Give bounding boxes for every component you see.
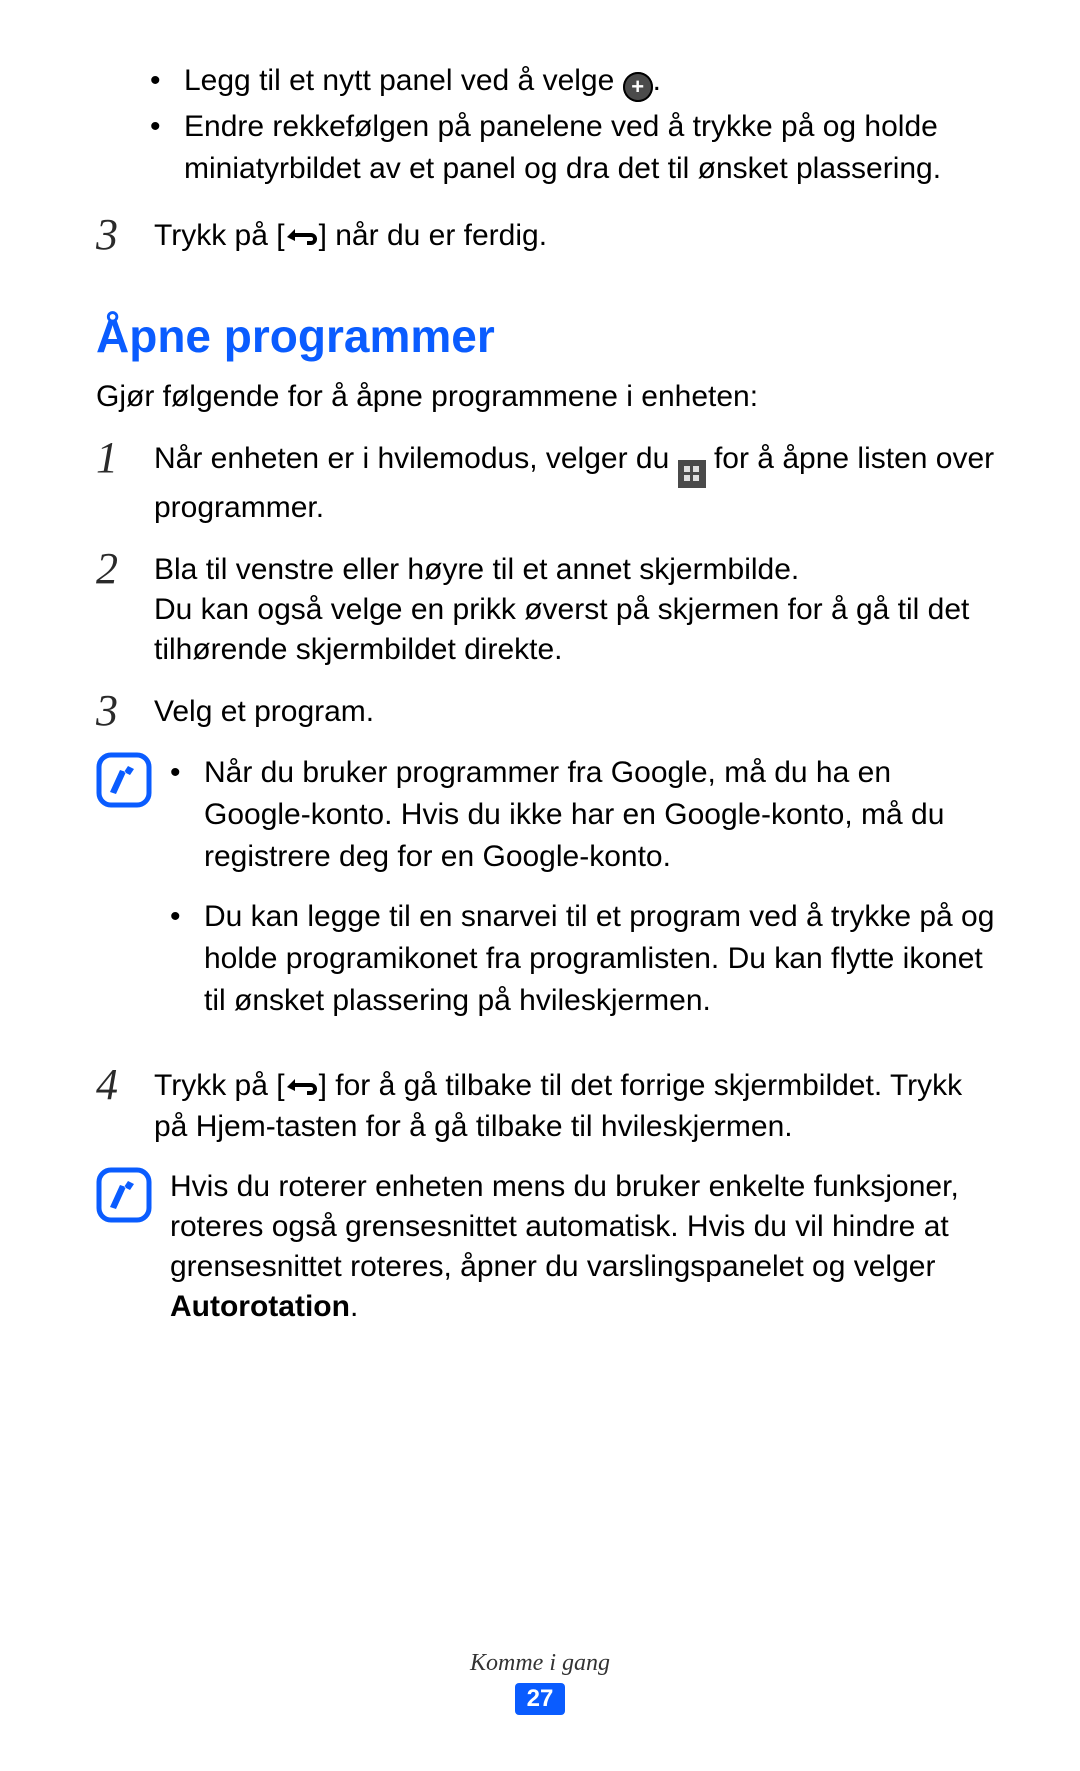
back-arrow-icon (285, 1067, 319, 1107)
bullet-dot: • (150, 60, 184, 102)
step-body: Trykk på [] for å gå tilbake til det for… (154, 1066, 1000, 1147)
step-number: 2 (96, 550, 154, 670)
step-1: 1 Når enheten er i hvilemodus, velger du… (96, 439, 1000, 528)
step-number: 4 (96, 1066, 154, 1147)
note-block-1: • Når du bruker programmer fra Google, m… (96, 752, 1000, 1040)
page-number-badge: 27 (515, 1683, 566, 1715)
text-segment: Legg til et nytt panel ved å velge (184, 64, 623, 97)
bullet-text: Du kan legge til en snarvei til et progr… (204, 896, 1000, 1022)
step-number: 3 (96, 692, 154, 732)
bullet-add-panel: • Legg til et nytt panel ved å velge +. (150, 60, 1000, 102)
page-footer: Komme i gang 27 (0, 1650, 1080, 1715)
step-number: 1 (96, 439, 154, 528)
plus-circle-icon: + (623, 72, 653, 102)
step-3: 3 Velg et program. (96, 692, 1000, 732)
text-segment: . (653, 64, 661, 97)
apps-grid-icon (678, 460, 706, 488)
step-body: Når enheten er i hvilemodus, velger du f… (154, 439, 1000, 528)
step-top-3: 3 Trykk på [ ] når du er ferdig. (96, 216, 1000, 257)
step-2: 2 Bla til venstre eller høyre til et ann… (96, 550, 1000, 670)
text-line: Bla til venstre eller høyre til et annet… (154, 550, 1000, 590)
bullet-text: Når du bruker programmer fra Google, må … (204, 752, 1000, 878)
bold-term: Autorotation (170, 1290, 350, 1323)
note-block-2: Hvis du roterer enheten mens du bruker e… (96, 1167, 1000, 1327)
step-number: 3 (96, 216, 154, 257)
text-segment: Trykk på [ (154, 1069, 285, 1102)
text-segment: ] når du er ferdig. (319, 219, 547, 252)
bullet-dot: • (150, 106, 184, 190)
bullet-reorder-panel: • Endre rekkefølgen på panelene ved å tr… (150, 106, 1000, 190)
bullet-dot: • (170, 896, 204, 1022)
note-icon (96, 752, 170, 1040)
section-heading: Åpne programmer (96, 309, 1000, 363)
intro-text: Gjør følgende for å åpne programmene i e… (96, 377, 1000, 417)
text-segment: Trykk på [ (154, 219, 285, 252)
text-segment: Hvis du roterer enheten mens du bruker e… (170, 1170, 959, 1283)
note-bullet-shortcut: • Du kan legge til en snarvei til et pro… (170, 896, 1000, 1022)
note-body: Hvis du roterer enheten mens du bruker e… (170, 1167, 1000, 1327)
text-line: Du kan også velge en prikk øverst på skj… (154, 590, 1000, 670)
text-segment: Når enheten er i hvilemodus, velger du (154, 442, 678, 475)
note-icon (96, 1167, 170, 1327)
bullet-dot: • (170, 752, 204, 878)
bullet-text: Legg til et nytt panel ved å velge +. (184, 60, 661, 102)
note-bullet-google: • Når du bruker programmer fra Google, m… (170, 752, 1000, 878)
footer-section-label: Komme i gang (0, 1650, 1080, 1677)
bullet-text: Endre rekkefølgen på panelene ved å tryk… (184, 106, 1000, 190)
page-content: • Legg til et nytt panel ved å velge +. … (0, 0, 1080, 1367)
text-segment: . (350, 1290, 358, 1323)
note-body: • Når du bruker programmer fra Google, m… (170, 752, 1000, 1040)
step-body: Velg et program. (154, 692, 374, 732)
step-body: Bla til venstre eller høyre til et annet… (154, 550, 1000, 670)
back-arrow-icon (285, 217, 319, 257)
step-body: Trykk på [ ] når du er ferdig. (154, 216, 547, 257)
step-4: 4 Trykk på [] for å gå tilbake til det f… (96, 1066, 1000, 1147)
